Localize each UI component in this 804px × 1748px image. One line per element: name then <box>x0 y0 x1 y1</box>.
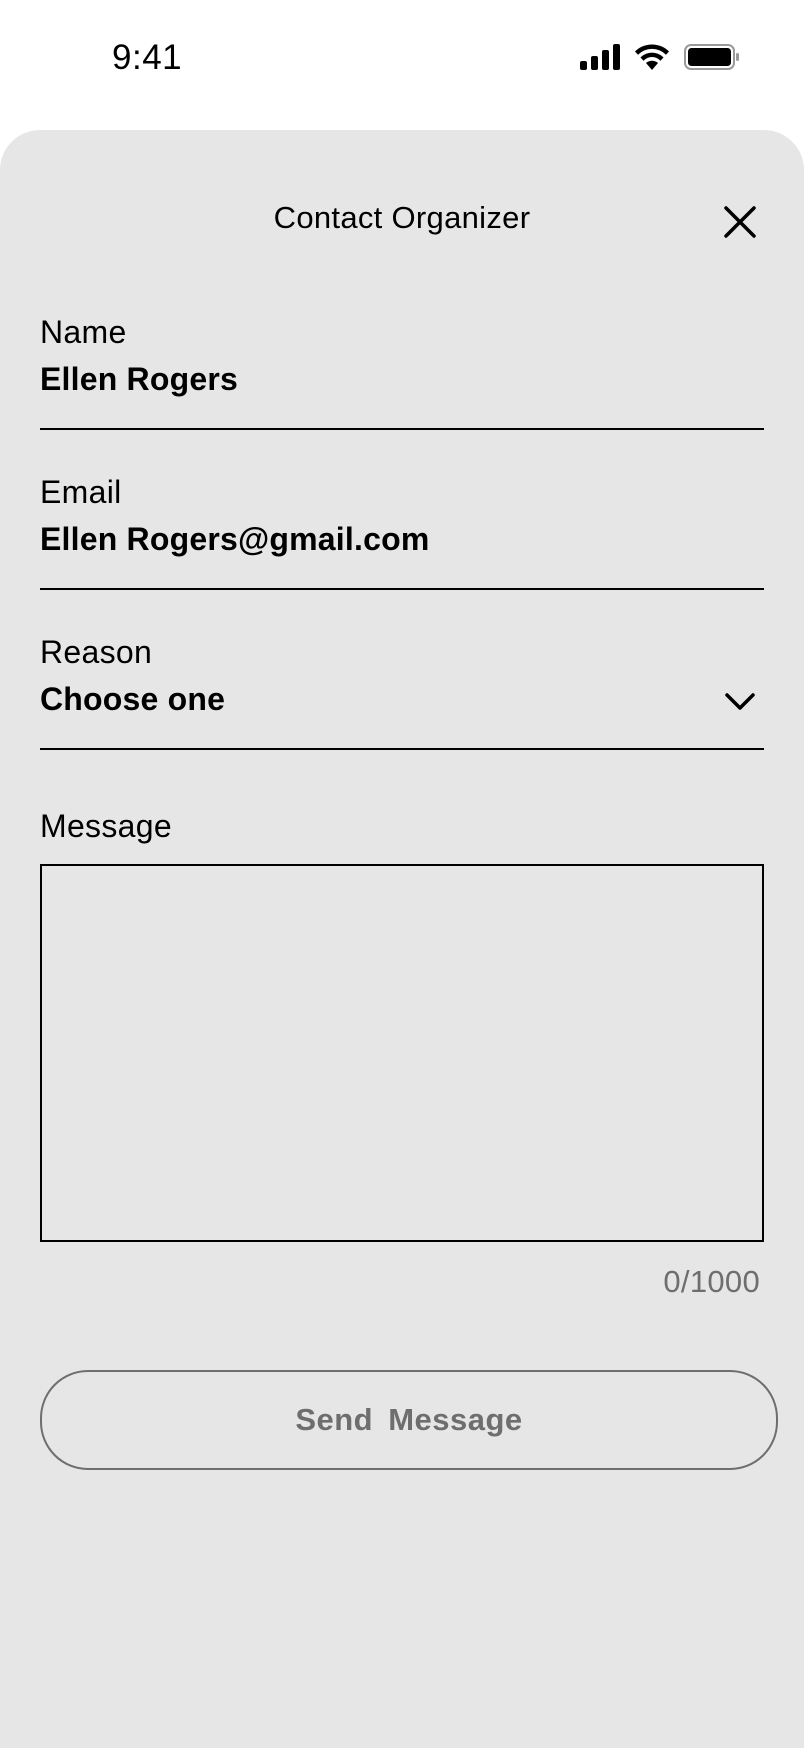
battery-icon <box>684 44 740 70</box>
contact-sheet: Contact Organizer Name Ellen Rogers Emai… <box>0 130 804 1748</box>
character-counter: 0/1000 <box>663 1264 760 1299</box>
name-value[interactable]: Ellen Rogers <box>40 358 764 400</box>
email-value[interactable]: Ellen Rogers@gmail.com <box>40 518 764 560</box>
send-message-button[interactable]: Send Message <box>40 1370 778 1470</box>
reason-label: Reason <box>40 634 153 670</box>
email-label: Email <box>40 474 122 510</box>
close-button[interactable] <box>718 200 762 244</box>
email-field[interactable]: Email Ellen Rogers@gmail.com <box>40 472 764 590</box>
email-underline <box>40 588 764 590</box>
contact-organizer-screen: 9:41 Contact Organizer Name Ellen Rogers… <box>0 0 804 1748</box>
chevron-down-icon[interactable] <box>724 692 756 712</box>
reason-value[interactable]: Choose one <box>40 678 764 720</box>
name-label: Name <box>40 314 127 350</box>
name-underline <box>40 428 764 430</box>
status-bar: 9:41 <box>0 0 804 120</box>
status-icons <box>580 44 740 70</box>
sheet-title: Contact Organizer <box>273 200 531 235</box>
message-label: Message <box>40 808 172 844</box>
status-time: 9:41 <box>112 38 183 77</box>
reason-select[interactable]: Reason Choose one <box>40 632 764 750</box>
reason-underline <box>40 748 764 750</box>
wifi-icon <box>634 44 670 70</box>
close-icon <box>718 200 762 244</box>
message-textarea[interactable] <box>40 864 764 1242</box>
cellular-signal-icon <box>580 44 620 70</box>
name-field[interactable]: Name Ellen Rogers <box>40 312 764 430</box>
